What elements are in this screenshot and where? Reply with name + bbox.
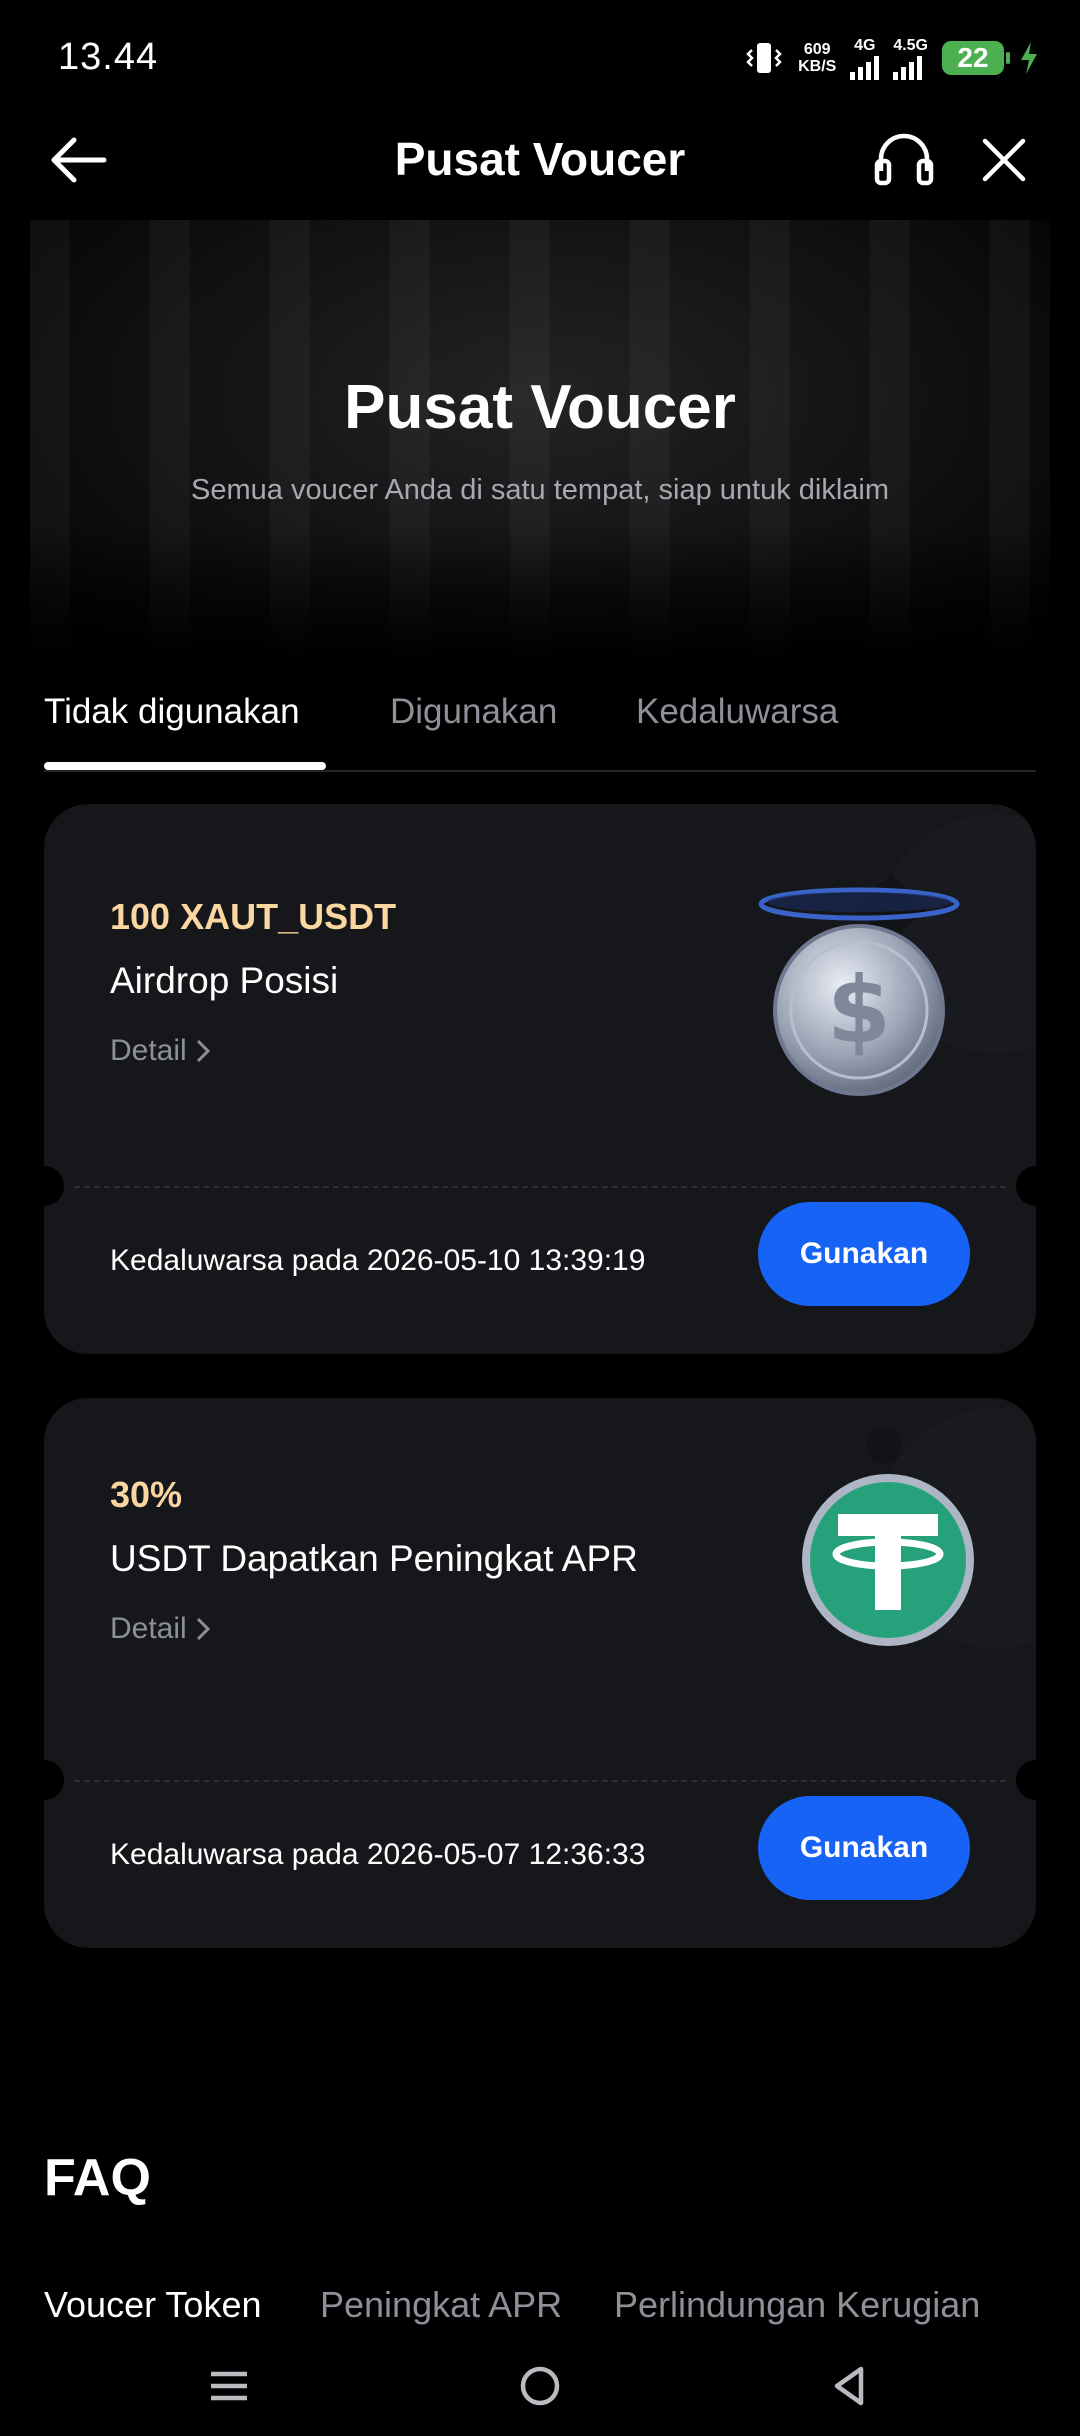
- tab-unused[interactable]: Tidak digunakan: [44, 692, 300, 732]
- tab-used[interactable]: Digunakan: [390, 692, 557, 732]
- app-header: Pusat Voucer: [0, 118, 1080, 202]
- voucher-expiry: Kedaluwarsa pada 2026-05-10 13:39:19: [110, 1244, 646, 1277]
- ticket-notch: [1016, 1166, 1036, 1206]
- status-time: 13.44: [58, 36, 159, 78]
- voucher-name: USDT Dapatkan Peningkat APR: [110, 1538, 638, 1579]
- faq-tabs: Voucer Token Peningkat APR Perlindungan …: [44, 2284, 1080, 2344]
- tab-expired[interactable]: Kedaluwarsa: [636, 692, 838, 732]
- network-speed-unit: KB/S: [798, 58, 837, 75]
- ticket-notch: [44, 1166, 64, 1206]
- close-icon[interactable]: [972, 128, 1036, 192]
- active-tab-indicator: [44, 762, 326, 770]
- ticket-notch: [1016, 1760, 1036, 1800]
- detail-label: Detail: [110, 1612, 187, 1645]
- charging-icon: [1021, 42, 1037, 74]
- home-circle-icon[interactable]: [505, 2356, 575, 2416]
- signal-icon: 4G: [850, 36, 880, 80]
- use-voucher-button[interactable]: Gunakan: [758, 1796, 970, 1900]
- menu-icon[interactable]: [194, 2356, 264, 2416]
- chevron-right-icon: [196, 1039, 210, 1063]
- status-icons: 609 KB/S 4G 4.5G 22: [744, 36, 1040, 80]
- voucher-card: 100 XAUT_USDT Airdrop Posisi Detail $ Ke…: [44, 804, 1036, 1354]
- faq-tab-token-voucher[interactable]: Voucer Token: [44, 2284, 262, 2326]
- system-nav-bar: [0, 2336, 1080, 2436]
- ticket-notch: [44, 1760, 64, 1800]
- signal-icon: 4.5G: [893, 37, 928, 80]
- signal-2-label: 4.5G: [893, 36, 928, 54]
- vibrate-icon: [746, 43, 782, 73]
- hero-subtitle: Semua voucer Anda di satu tempat, siap u…: [191, 474, 889, 506]
- network-speed: 609 KB/S: [798, 41, 836, 75]
- voucher-tabs: Tidak digunakan Digunakan Kedaluwarsa: [44, 692, 1036, 772]
- hero-title: Pusat Voucer: [344, 373, 736, 442]
- signal-1-label: 4G: [854, 36, 876, 54]
- detail-label: Detail: [110, 1034, 187, 1067]
- headset-icon[interactable]: [872, 128, 936, 192]
- voucher-amount: 100 XAUT_USDT: [110, 896, 397, 937]
- voucher-expiry: Kedaluwarsa pada 2026-05-07 12:36:33: [110, 1838, 646, 1871]
- voucher-name: Airdrop Posisi: [110, 960, 339, 1001]
- faq-tab-apr-booster[interactable]: Peningkat APR: [320, 2284, 562, 2326]
- network-speed-value: 609: [803, 41, 831, 58]
- tether-coin-icon: [802, 1474, 974, 1646]
- back-triangle-icon[interactable]: [814, 2356, 884, 2416]
- divider: [74, 1780, 1006, 1782]
- chevron-right-icon: [196, 1617, 210, 1641]
- use-voucher-button[interactable]: Gunakan: [758, 1202, 970, 1306]
- status-bar: 13.44 609 KB/S 4G 4.5G 22: [0, 0, 1080, 120]
- voucher-detail-link[interactable]: Detail: [110, 1612, 211, 1646]
- dollar-coin-icon: $: [758, 887, 960, 1096]
- faq-tab-loss-protection[interactable]: Perlindungan Kerugian: [614, 2284, 980, 2326]
- svg-text:$: $: [827, 957, 891, 1064]
- voucher-detail-link[interactable]: Detail: [110, 1034, 211, 1068]
- divider: [74, 1186, 1006, 1188]
- voucher-amount: 30%: [110, 1474, 183, 1515]
- voucher-card: 30% USDT Dapatkan Peningkat APR Detail K…: [44, 1398, 1036, 1948]
- faq-title: FAQ: [44, 2149, 151, 2207]
- battery-indicator: 22: [942, 41, 1010, 75]
